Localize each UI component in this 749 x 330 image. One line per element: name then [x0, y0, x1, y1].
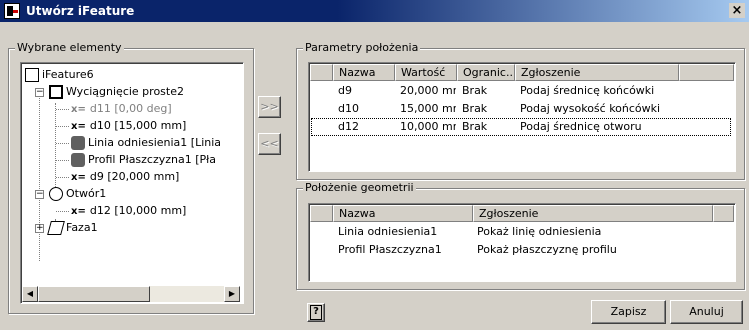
save-button[interactable]: Zapisz [591, 300, 666, 324]
hole-icon [49, 187, 63, 201]
cancel-button[interactable]: Anuluj [670, 300, 743, 324]
cell-prompt: Podaj wysokość końcówki [520, 102, 661, 115]
column-header-name[interactable]: Nazwa [333, 205, 473, 222]
column-header-name[interactable]: Nazwa [333, 64, 395, 81]
tree-line [56, 109, 69, 110]
tree-line [55, 103, 56, 195]
work-axis-icon [71, 136, 85, 150]
cell-name: Profil Płaszczyzna1 [338, 243, 442, 256]
cell-name: d10 [338, 102, 359, 115]
tree-item-chamfer[interactable]: Faza1 [47, 220, 98, 236]
selected-elements-label: Wybrane elementy [15, 41, 124, 54]
row-selector-header[interactable] [310, 64, 333, 81]
table-row[interactable]: d10 15,000 mm Brak Podaj wysokość końców… [309, 100, 735, 118]
position-parameters-label: Parametry położenia [303, 41, 421, 54]
table-row[interactable]: Linia odniesienia1 Pokaż linię odniesien… [309, 223, 735, 241]
cell-prompt: Pokaż płaszczyznę profilu [477, 243, 617, 256]
tree-line [39, 93, 40, 261]
tree-item-d9[interactable]: x= d9 [20,000 mm] [71, 169, 179, 185]
tree-line [56, 126, 69, 127]
remove-from-ifeature-button[interactable]: << [258, 133, 281, 155]
add-to-ifeature-button[interactable]: >> [258, 96, 281, 118]
help-icon: ? [310, 305, 322, 320]
column-header-prompt[interactable]: Zgłoszenie [473, 205, 713, 222]
tree-item-hole[interactable]: Otwór1 [49, 186, 106, 202]
position-parameters-table[interactable]: Nazwa Wartość Ogranic... Zgłoszenie d9 2… [308, 62, 736, 172]
column-header-filler [679, 64, 734, 81]
scroll-thumb[interactable] [38, 286, 150, 302]
ifeature-icon [25, 68, 39, 82]
tree-item-ifeature6[interactable]: iFeature6 [25, 67, 94, 83]
chamfer-icon [47, 221, 65, 235]
tree-item-work-axis[interactable]: Linia odniesienia1 [Linia [71, 135, 221, 151]
table-header: Nazwa Zgłoszenie [310, 205, 734, 222]
title-bar: Utwórz iFeature × [0, 0, 749, 22]
geometry-placement-label: Położenie geometrii [303, 181, 416, 194]
geometry-placement-table[interactable]: Nazwa Zgłoszenie Linia odniesienia1 Poka… [308, 203, 736, 282]
cell-prompt: Podaj średnicę końcówki [520, 84, 655, 97]
cell-name: d9 [338, 84, 352, 97]
cell-name: Linia odniesienia1 [338, 225, 438, 238]
tree-item-d10[interactable]: x= d10 [15,000 mm] [71, 118, 186, 134]
column-header-limit[interactable]: Ogranic... [457, 64, 515, 81]
cell-value: 15,000 mm [400, 102, 456, 115]
help-button[interactable]: ? [307, 303, 325, 322]
tree-item-d12[interactable]: x= d12 [10,000 mm] [71, 203, 186, 219]
feature-tree[interactable]: iFeature6 − Wyciągnięcie proste2 x= d11 [… [20, 62, 244, 304]
tree-item-extrude[interactable]: Wyciągnięcie proste2 [49, 84, 184, 100]
column-header-filler [713, 205, 734, 222]
parameter-icon: x= [71, 121, 86, 132]
tree-line [56, 177, 69, 178]
table-row[interactable]: Profil Płaszczyzna1 Pokaż płaszczyznę pr… [309, 241, 735, 259]
close-icon[interactable]: × [729, 3, 745, 18]
parameter-icon: x= [71, 172, 86, 183]
tree-item-profile-plane[interactable]: Profil Płaszczyzna1 [Pła [71, 152, 216, 168]
scroll-left-icon[interactable]: ◀ [22, 286, 38, 302]
profile-plane-icon [71, 153, 85, 167]
extrude-icon [49, 85, 63, 99]
table-header: Nazwa Wartość Ogranic... Zgłoszenie [310, 64, 734, 81]
cell-limit: Brak [462, 102, 488, 115]
cell-limit: Brak [462, 84, 488, 97]
table-row[interactable]: d9 20,000 mm Brak Podaj średnicę końcówk… [309, 82, 735, 100]
tree-horizontal-scrollbar[interactable]: ◀ ▶ [22, 286, 240, 302]
expand-icon[interactable]: + [35, 224, 44, 233]
tree-line [56, 160, 69, 161]
cell-prompt: Pokaż linię odniesienia [477, 225, 602, 238]
tree-line [56, 143, 69, 144]
tree-item-d11[interactable]: x= d11 [0,00 deg] [71, 101, 172, 117]
collapse-icon[interactable]: − [35, 88, 44, 97]
collapse-icon[interactable]: − [35, 190, 44, 199]
column-header-prompt[interactable]: Zgłoszenie [515, 64, 679, 81]
parameter-icon: x= [71, 104, 86, 115]
column-header-value[interactable]: Wartość [395, 64, 457, 81]
cell-value: 20,000 mm [400, 84, 456, 97]
tree-line [56, 211, 69, 212]
parameter-icon: x= [71, 206, 86, 217]
window-title: Utwórz iFeature [26, 4, 135, 18]
row-selector-header[interactable] [310, 205, 333, 222]
row-focus-rectangle [311, 118, 731, 136]
ifeature-app-icon [4, 3, 20, 19]
scroll-right-icon[interactable]: ▶ [224, 286, 240, 302]
